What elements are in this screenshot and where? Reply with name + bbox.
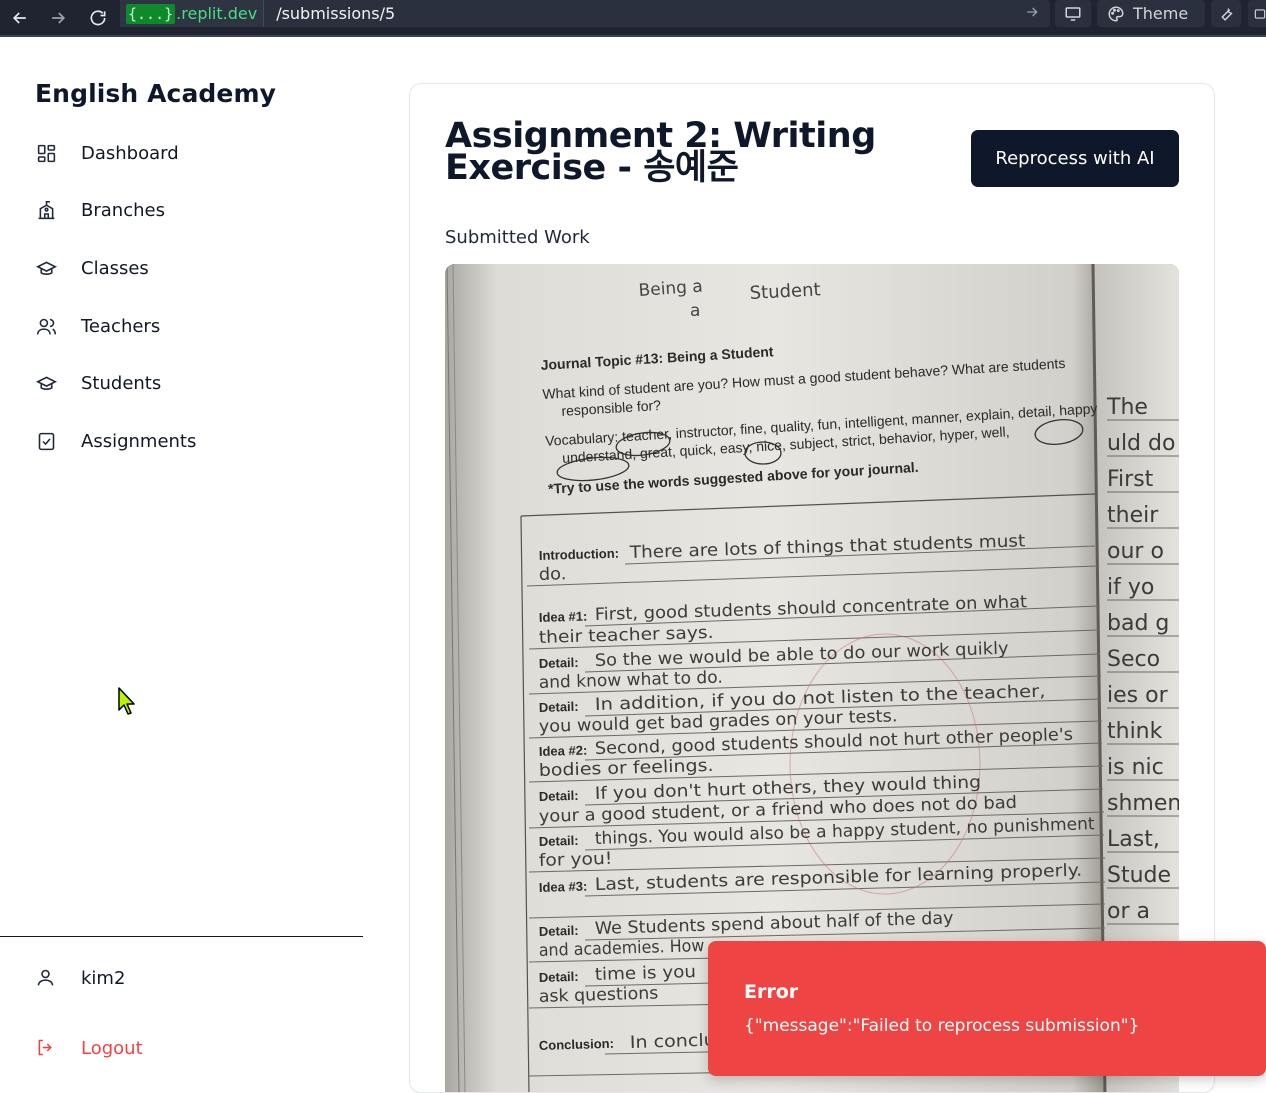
journal-line-label: Conclusion: [539,1036,615,1053]
journal-line-label: Detail: [539,699,579,715]
journal-line-label: Idea #2: [539,743,588,759]
journal-handwriting: for you! [538,849,612,871]
graduation-cap-icon [35,372,57,394]
sidebar-item-branches[interactable]: Branches [35,194,335,226]
journal-handwriting: time is you [594,962,696,985]
url-domain: .replit.dev [176,4,258,23]
user-icon [35,967,57,989]
handwritten-student: Student [749,279,821,304]
right-page-handwriting: if yo [1107,575,1154,600]
journal-line-label: Detail: [539,655,579,671]
url-brace: {...} [126,3,176,24]
sidebar-item-label: Assignments [81,430,197,452]
submitted-work-label: Submitted Work [445,227,590,248]
url-path: /submissions/5 [276,4,396,23]
sidebar: English Academy Dashboard Branches Class… [0,37,363,1079]
sidebar-item-classes[interactable]: Classes [35,252,335,284]
right-page-handwriting: uld do [1107,431,1175,456]
right-page-handwriting: ies or [1107,683,1169,708]
theme-button[interactable]: Theme [1097,0,1205,27]
mouse-cursor-icon [118,687,135,715]
sidebar-item-teachers[interactable]: Teachers [35,310,335,342]
monitor-icon[interactable] [1055,0,1091,27]
graduation-cap-icon [35,257,57,279]
address-bar[interactable]: {...} .replit.dev /submissions/5 [120,0,1050,27]
journal-line-label: Introduction: [539,546,620,563]
sidebar-divider [0,936,363,937]
journal-handwriting: ask questions [538,983,658,1007]
right-page-handwriting: shmen [1107,791,1179,816]
palette-icon [1108,5,1124,22]
app-brand: English Academy [35,79,277,108]
clipboard-check-icon [35,430,57,452]
right-page-handwriting: The [1106,395,1148,420]
users-icon [35,315,57,337]
journal-handwriting: do. [538,564,566,585]
logout-icon [35,1037,57,1059]
forward-arrow-icon[interactable] [38,4,78,32]
journal-line-label: Detail: [539,788,579,804]
page-title: Assignment 2: Writing Exercise - 송예준 [445,116,876,188]
logout-label: Logout [81,1037,143,1059]
sidebar-item-assignments[interactable]: Assignments [35,425,335,457]
sidebar-item-label: Branches [81,199,165,221]
right-page-handwriting: First [1107,467,1154,492]
right-page-handwriting: our o [1107,539,1164,564]
dashboard-icon [35,142,57,164]
right-page-handwriting: or a [1107,899,1150,924]
user-profile[interactable]: kim2 [35,967,125,989]
right-page-handwriting: is nic [1107,755,1164,780]
right-page-handwriting: Stude [1107,863,1171,888]
more-icon[interactable] [1248,0,1266,27]
toast-title: Error [744,981,799,1003]
reprocess-with-ai-button[interactable]: Reprocess with AI [971,130,1179,187]
journal-line-label: Detail: [539,923,579,939]
logout-button[interactable]: Logout [35,1037,143,1059]
handwritten-a: a [690,301,700,321]
journal-line-label: Idea #3: [539,879,588,895]
sidebar-item-dashboard[interactable]: Dashboard [35,137,335,169]
browser-toolbar: {...} .replit.dev /submissions/5 Theme [0,0,1266,37]
toast-message: {"message":"Failed to reprocess submissi… [744,1016,1140,1036]
right-page-handwriting: bad g [1107,611,1169,636]
error-toast[interactable]: Error {"message":"Failed to reprocess su… [708,941,1266,1076]
journal-line-label: Detail: [539,969,579,985]
right-page-handwriting: Seco [1107,647,1160,672]
sidebar-item-label: Teachers [81,315,161,337]
sidebar-item-label: Classes [81,257,149,279]
sidebar-item-label: Dashboard [81,142,179,164]
go-arrow-icon[interactable] [1024,4,1040,24]
reload-icon[interactable] [78,4,118,32]
wrench-icon[interactable] [1211,0,1241,27]
school-building-icon [35,199,57,221]
journal-line-label: Idea #1: [539,609,588,625]
username: kim2 [81,967,126,989]
sidebar-item-students[interactable]: Students [35,367,335,399]
theme-label: Theme [1133,4,1189,23]
journal-line-label: Detail: [539,833,579,849]
back-arrow-icon[interactable] [0,4,40,32]
url-host: {...} .replit.dev [120,0,265,27]
right-page-handwriting: their [1107,503,1159,528]
right-page-handwriting: think [1107,719,1163,744]
right-page-handwriting: Last, [1107,827,1160,852]
sidebar-item-label: Students [81,372,162,394]
